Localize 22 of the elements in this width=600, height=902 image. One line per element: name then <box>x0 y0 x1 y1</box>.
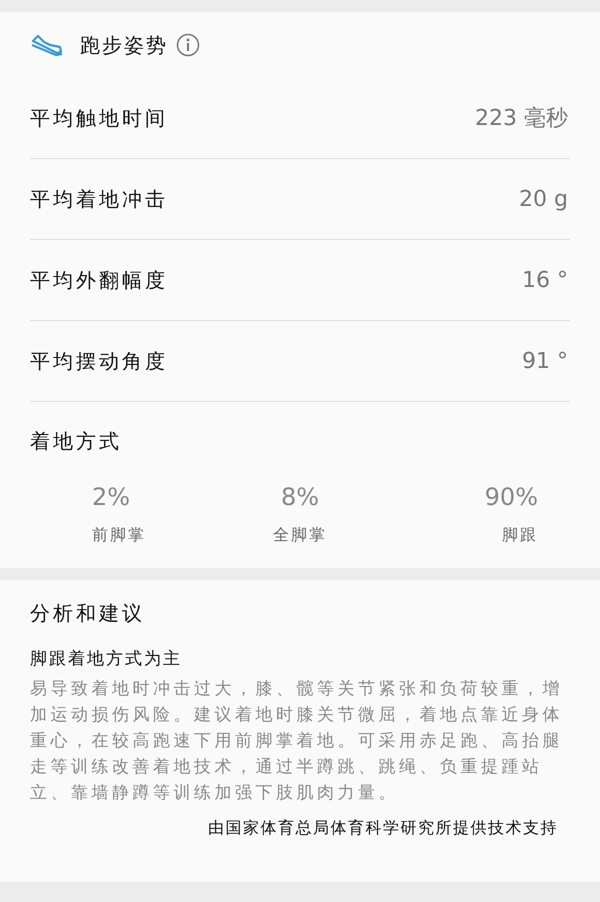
metric-label: 平均外翻幅度 <box>30 266 168 294</box>
credit-text: 由国家体育总局体育科学研究所提供技术支持 <box>207 818 559 839</box>
strike-label: 全脚掌 <box>272 525 327 546</box>
strike-percent: 90% <box>484 483 538 511</box>
metric-label: 平均触地时间 <box>30 104 168 132</box>
strike-title: 着地方式 <box>29 428 123 455</box>
analysis-text: 易导致着地时冲击过大，膝、髋等关节紧张和负荷较重，增加运动损伤风险。建议着地时膝关节微屈，着地点靠近身体重心，在较高跑速下用前脚掌着地。可采用赤足跑、高抬腿走等训练改善着地技术，通过半蹲跳、跳绳、负重提踵站立、靠墙静蹲等训练加强下肢肌肉力量。 <box>30 678 564 805</box>
metric-label: 平均着地冲击 <box>30 186 168 212</box>
sneaker-icon <box>30 33 64 57</box>
section-title: 跑步姿势 <box>80 32 168 58</box>
metric-value: 223 毫秒 <box>475 105 568 133</box>
analysis-subtitle: 脚跟着地方式为主 <box>30 648 183 670</box>
strike-label: 脚跟 <box>502 525 538 546</box>
metric-value: 91 ° <box>522 348 568 374</box>
analysis-title: 分析和建议 <box>30 600 146 627</box>
metric-value: 20 g <box>519 186 568 212</box>
strike-percent: 2% <box>92 483 130 511</box>
strike-percent: 8% <box>280 483 320 511</box>
metric-label: 平均摆动角度 <box>30 348 168 374</box>
metric-value: 16 ° <box>522 268 568 292</box>
strike-label: 前脚掌 <box>92 525 146 546</box>
info-icon[interactable] <box>176 33 200 57</box>
